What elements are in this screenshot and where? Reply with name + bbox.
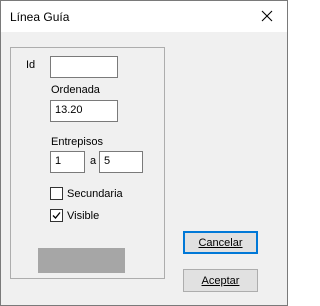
window-title: Línea Guía bbox=[10, 10, 70, 24]
title-bar: Línea Guía bbox=[1, 1, 287, 32]
close-button[interactable] bbox=[247, 1, 287, 32]
entrepisos-to-input[interactable]: 5 bbox=[99, 151, 143, 173]
entrepisos-label: Entrepisos bbox=[51, 136, 103, 148]
linea-guia-dialog: Línea Guía Id Ordenada 13.20 Entrepisos … bbox=[0, 0, 288, 306]
entrepisos-from-input[interactable]: 1 bbox=[50, 151, 85, 173]
visible-checkbox[interactable] bbox=[50, 209, 63, 222]
visible-label: Visible bbox=[67, 209, 100, 222]
visible-checkbox-row[interactable]: Visible bbox=[50, 209, 99, 222]
ordenada-label: Ordenada bbox=[51, 84, 100, 96]
id-input[interactable] bbox=[50, 56, 118, 78]
entrepisos-separator: a bbox=[90, 155, 97, 167]
close-icon bbox=[261, 10, 273, 22]
color-swatch[interactable] bbox=[38, 248, 125, 273]
cancel-button[interactable]: Cancelar bbox=[183, 231, 258, 254]
secundaria-checkbox[interactable] bbox=[50, 187, 63, 200]
accept-button[interactable]: Aceptar bbox=[183, 269, 258, 292]
ordenada-input[interactable]: 13.20 bbox=[50, 100, 118, 122]
secundaria-label: Secundaria bbox=[67, 187, 123, 200]
secundaria-checkbox-row[interactable]: Secundaria bbox=[50, 187, 123, 200]
id-label: Id bbox=[26, 59, 36, 71]
checkmark-icon bbox=[52, 212, 61, 219]
